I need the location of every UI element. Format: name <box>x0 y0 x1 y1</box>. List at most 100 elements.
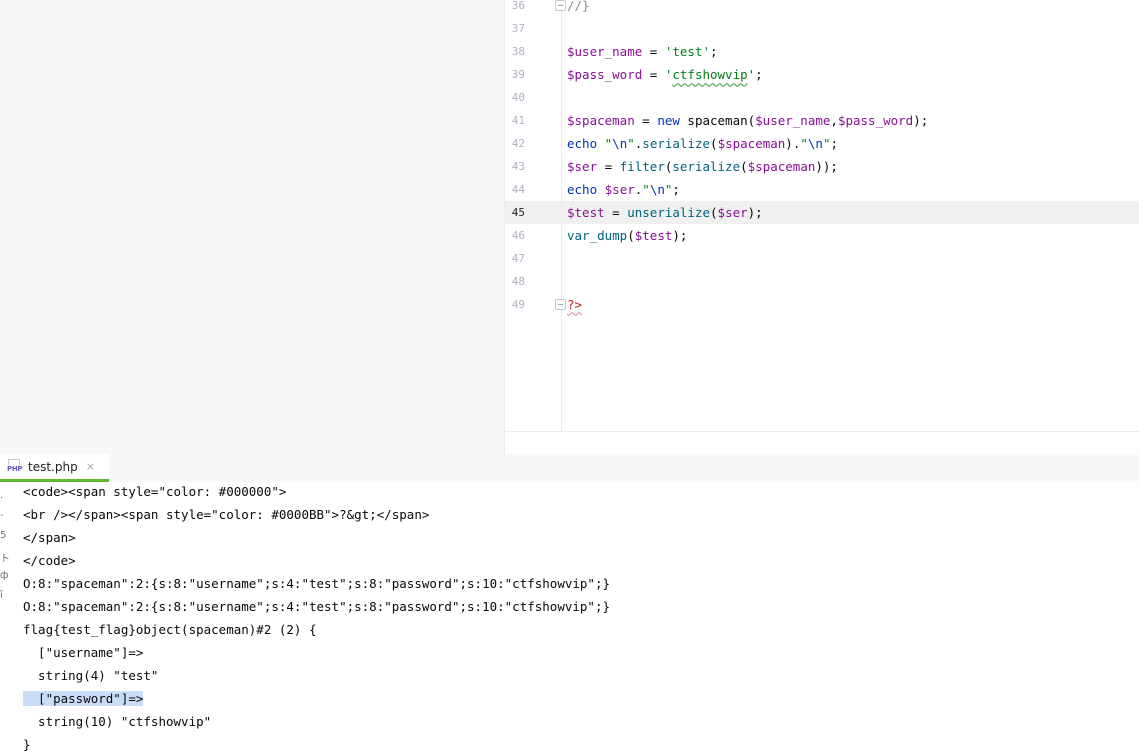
code-token: serialize <box>642 136 711 151</box>
code-token: " <box>800 136 808 151</box>
code-token: ); <box>672 228 688 243</box>
code-token: $ser <box>567 159 598 174</box>
line-number: 43 <box>511 160 525 173</box>
line-number: 47 <box>511 252 525 265</box>
editor-gutter: 36 37 38 39 40 41 42 43 44 45 46 47 48 49 <box>505 0 566 431</box>
console-output-text: O:8:"spaceman":2:{s:8:"username";s:4:"te… <box>23 576 610 591</box>
line-number: 40 <box>511 91 525 104</box>
code-token: ). <box>785 136 801 151</box>
console-output-line: ["username"]=> <box>23 641 143 664</box>
console-output-line: <br /></span><span style="color: #0000BB… <box>23 503 429 526</box>
project-panel-empty-area <box>0 0 504 454</box>
code-token: ; <box>672 182 680 197</box>
editor-code-area[interactable]: //} $user_name = 'test'; $pass_word = 'ctf… <box>562 0 1139 431</box>
console-output-line: ["password"]=> <box>23 687 144 710</box>
code-token: $ser <box>717 205 748 220</box>
code-token: //} <box>567 0 590 13</box>
console-output-line: O:8:"spaceman":2:{s:8:"username";s:4:"te… <box>23 572 610 595</box>
console-output-text: O:8:"spaceman":2:{s:8:"username";s:4:"te… <box>23 599 610 614</box>
code-line: $user_name = 'test'; <box>562 40 1139 63</box>
code-token: ; <box>830 136 839 151</box>
run-tab-test-php[interactable]: PHP test.php × <box>0 454 109 482</box>
line-number: 36 <box>511 0 525 12</box>
console-toolbar-glyph[interactable]: ī <box>0 590 3 601</box>
line-number: 37 <box>511 22 525 35</box>
code-line: echo "\n".serialize($spaceman)."\n"; <box>562 132 1139 155</box>
code-token: = <box>642 44 665 59</box>
console-toolbar-glyph[interactable]: 5 <box>0 530 6 541</box>
code-token: $pass_word <box>837 113 914 128</box>
code-token: )); <box>815 159 838 174</box>
console-output-text: } <box>23 737 31 752</box>
code-token: ); <box>747 205 763 220</box>
code-line: $ser = filter(serialize($spaceman)); <box>562 155 1139 178</box>
code-token: = <box>634 113 658 128</box>
run-console-output[interactable]: . - 5 トфī <code><span style="color: #000000… <box>0 482 1139 755</box>
console-output-text: <br /></span><span style="color: #0000BB… <box>23 507 430 522</box>
console-output-text: </code> <box>23 553 76 568</box>
code-token: , <box>830 113 838 128</box>
console-toolbar-glyph[interactable]: ト <box>0 550 10 565</box>
code-editor[interactable]: 36 37 38 39 40 41 42 43 44 45 46 47 48 49 //} $user_na… <box>504 0 1139 454</box>
code-token: serialize <box>672 159 741 174</box>
code-token: unserialize <box>627 205 711 220</box>
code-token: $test <box>567 205 605 220</box>
code-token: ( <box>627 228 635 243</box>
line-number: 41 <box>511 114 525 127</box>
console-toolbar-glyph[interactable]: . <box>0 490 3 501</box>
console-output-line: </span> <box>23 526 76 549</box>
code-token: 'test' <box>664 44 710 59</box>
code-token: ctfshowvip <box>672 67 748 82</box>
console-output-text: ["username"]=> <box>23 645 144 660</box>
code-line: var_dump($test); <box>562 224 1139 247</box>
line-number: 38 <box>511 45 525 58</box>
code-token: new <box>657 113 680 128</box>
code-token: ; <box>710 44 718 59</box>
line-number: 45 <box>511 206 525 219</box>
close-icon[interactable]: × <box>86 460 95 473</box>
code-token: \n <box>649 182 665 197</box>
console-output-line: } <box>23 733 31 756</box>
line-number: 49 <box>511 298 525 311</box>
code-token: spaceman( <box>679 113 756 128</box>
code-line: $spaceman = new spaceman($user_name,$pas… <box>562 109 1139 132</box>
code-token: $test <box>634 228 673 243</box>
run-tool-window-tabbar: PHP test.php × <box>0 454 1139 483</box>
console-output-line: string(10) "ctfshowvip" <box>23 710 211 733</box>
line-number: 39 <box>511 68 525 81</box>
editor-bottom-border <box>505 431 1139 432</box>
line-number: 46 <box>511 229 525 242</box>
code-token: $spaceman <box>567 113 635 128</box>
code-token: = <box>597 159 620 174</box>
console-output-text: </span> <box>23 530 76 545</box>
console-output-line: flag{test_flag}object(spaceman)#2 (2) { <box>23 618 317 641</box>
code-token: $pass_word <box>567 67 643 82</box>
code-token: echo <box>567 136 598 151</box>
code-line: ?> <box>562 293 1139 316</box>
run-tab-title: test.php <box>28 459 78 474</box>
console-output-text: string(4) "test" <box>23 668 159 683</box>
line-number: 48 <box>511 275 525 288</box>
code-token: ( <box>710 136 718 151</box>
php-file-icon: PHP <box>7 459 23 474</box>
console-output-text: ["password"]=> <box>23 691 144 706</box>
console-toolbar-glyph[interactable]: - <box>0 510 4 521</box>
code-token: \n <box>612 136 628 151</box>
code-token: " <box>627 136 635 151</box>
code-line: $test = unserialize($ser); <box>562 201 1139 224</box>
console-output-text: <code><span style="color: #000000"> <box>23 484 287 499</box>
code-token: ; <box>755 67 763 82</box>
console-output-line: string(4) "test" <box>23 664 158 687</box>
code-line: //} <box>562 0 1139 17</box>
console-toolbar-glyph[interactable]: ф <box>0 570 9 581</box>
code-line: $pass_word = 'ctfshowvip'; <box>562 63 1139 86</box>
line-number: 42 <box>511 137 525 150</box>
code-token: ?> <box>567 297 583 312</box>
code-token: ( <box>740 159 748 174</box>
console-output-line: <code><span style="color: #000000"> <box>23 480 286 503</box>
